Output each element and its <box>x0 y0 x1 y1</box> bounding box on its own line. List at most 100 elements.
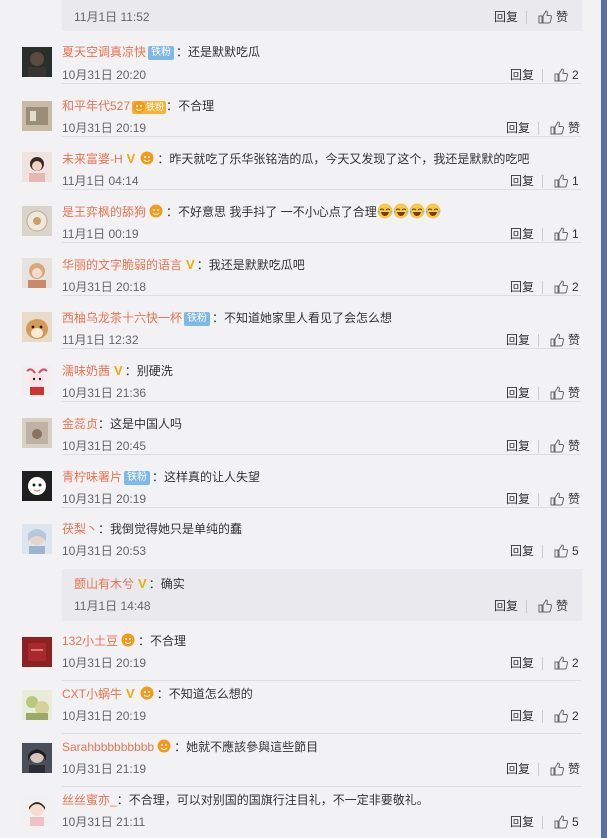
comment-item: 夏天空调真凉快 铁粉 ：还是默默吃瓜 10月31日 20:20 回复 2 <box>0 31 601 84</box>
like-count: 2 <box>572 280 579 294</box>
like-count: 赞 <box>556 10 569 24</box>
nickname[interactable]: 丝丝蜜亦_ <box>62 793 117 807</box>
avatar[interactable] <box>22 637 52 667</box>
comment-item: 未来富婆-H V ：昨天就吃了乐华张铭浩的瓜，今天又发现了这个，我还是默默的吃吧 1… <box>0 137 601 190</box>
reply-button[interactable]: 回复 <box>506 438 530 454</box>
nickname[interactable]: 是王弈枫的舔狗 <box>62 205 146 219</box>
reply-button[interactable]: 回复 <box>510 279 534 295</box>
like-button[interactable]: 赞 <box>550 332 580 348</box>
like-button[interactable]: 2 <box>554 708 579 724</box>
thumbs-up-icon <box>554 227 569 241</box>
comment-time: 10月31日 21:36 <box>62 386 147 400</box>
avatar[interactable] <box>22 365 52 395</box>
reply-button[interactable]: 回复 <box>506 332 530 348</box>
reply-button[interactable]: 回复 <box>510 543 534 559</box>
comment-text: 不知道她家里人看见了会怎么想 <box>224 311 393 325</box>
reply-button[interactable]: 回复 <box>506 761 530 777</box>
comment-item: 青柠味署片 铁粉 ：这样真的让人失望 10月31日 20:19 回复 赞 <box>0 455 601 508</box>
comment-time: 10月31日 20:18 <box>62 280 147 294</box>
v-badge-icon: V <box>138 576 147 591</box>
like-button[interactable]: 5 <box>554 814 579 830</box>
nickname[interactable]: Sarahbbbbbbbbb <box>62 740 154 754</box>
comment-item: 丝丝蜜亦_：不合理，可以对别国的国旗行注目礼，不一定非要敬礼。 10月31日 2… <box>0 787 601 838</box>
reply-button[interactable]: 回复 <box>510 173 534 189</box>
like-button[interactable]: 1 <box>554 226 579 242</box>
comment-time: 11月1日 14:48 <box>74 599 151 613</box>
nickname[interactable]: 华丽的文字脆弱的语言 <box>62 258 182 272</box>
like-button[interactable]: 赞 <box>550 491 580 507</box>
reply-button[interactable]: 回复 <box>510 708 534 724</box>
scrollbar[interactable] <box>601 0 607 838</box>
nickname[interactable]: 132小土豆 <box>62 634 118 648</box>
nickname[interactable]: 未来富婆-H <box>62 152 123 166</box>
like-button[interactable]: 2 <box>554 67 579 83</box>
divider <box>542 281 543 294</box>
thumbs-up-icon <box>554 815 569 829</box>
reply-button[interactable]: 回复 <box>506 491 530 507</box>
like-button[interactable]: 1 <box>554 173 579 189</box>
like-button[interactable]: 赞 <box>550 385 580 401</box>
nickname[interactable]: 颤山有木兮 <box>74 577 134 591</box>
thumbs-up-icon <box>554 709 569 723</box>
reply-button[interactable]: 回复 <box>506 385 530 401</box>
laugh-emoji-icon <box>377 203 393 219</box>
nickname[interactable]: 和平年代527 <box>62 99 130 113</box>
thumbs-up-icon <box>554 544 569 558</box>
like-button[interactable]: 赞 <box>550 120 580 136</box>
reply-button[interactable]: 回复 <box>510 67 534 83</box>
avatar[interactable] <box>22 690 52 720</box>
like-count: 2 <box>572 68 579 82</box>
divider <box>538 763 539 776</box>
comment-time: 10月31日 20:19 <box>62 656 147 670</box>
like-count: 赞 <box>568 762 581 776</box>
avatar[interactable] <box>22 524 52 554</box>
divider <box>538 122 539 135</box>
comment-item: 金蕊贞：这是中国人吗 10月31日 20:45 回复 赞 <box>0 402 601 455</box>
gold-fan-badge-icon: 铁粉 <box>132 101 167 114</box>
avatar[interactable] <box>22 47 52 77</box>
avatar[interactable] <box>22 152 52 182</box>
like-button[interactable]: 5 <box>554 543 579 559</box>
like-button[interactable]: 2 <box>554 279 579 295</box>
comment-item: CXT小蜗牛 V ：不知道怎么想的 10月31日 20:19 回复 2 <box>0 681 601 734</box>
reply-button[interactable]: 回复 <box>494 598 518 614</box>
like-button[interactable]: 赞 <box>538 598 568 614</box>
like-button[interactable]: 赞 <box>550 761 580 777</box>
like-button[interactable]: 赞 <box>550 438 580 454</box>
nickname[interactable]: 茯梨丶 <box>62 522 98 536</box>
nickname[interactable]: 夏天空调真凉快 <box>62 45 146 59</box>
reply-button[interactable]: 回复 <box>494 9 518 25</box>
comment-text: 她就不應該參與這些節目 <box>186 740 319 754</box>
nickname[interactable]: CXT小蜗牛 <box>62 687 122 701</box>
reply-button[interactable]: 回复 <box>506 120 530 136</box>
reply-button[interactable]: 回复 <box>510 226 534 242</box>
laugh-emoji-icon <box>409 203 425 219</box>
avatar[interactable] <box>22 101 52 131</box>
nickname[interactable]: 青柠味署片 <box>62 470 122 484</box>
avatar[interactable] <box>22 471 52 501</box>
nickname[interactable]: 金蕊贞 <box>62 417 98 431</box>
avatar[interactable] <box>22 206 52 236</box>
comment-time: 10月31日 21:11 <box>62 815 146 829</box>
avatar[interactable] <box>22 796 52 826</box>
avatar[interactable] <box>22 312 52 342</box>
nested-reply: 颤山有木兮 V ：确实 11月1日 14:48 回复 赞 <box>62 569 582 621</box>
nickname[interactable]: 濡味奶茜 <box>62 364 110 378</box>
divider <box>538 334 539 347</box>
avatar[interactable] <box>22 258 52 288</box>
avatar[interactable] <box>22 418 52 448</box>
like-button[interactable]: 赞 <box>538 9 568 25</box>
like-count: 赞 <box>568 121 581 135</box>
comment-time: 11月1日 12:32 <box>62 333 139 347</box>
gold-fan-badge-icon <box>148 204 164 218</box>
comment-item: 是王弈枫的舔狗 ：不好意思 我手抖了 一不小心点了合理 11月1日 00:19 回… <box>0 190 601 243</box>
reply-button[interactable]: 回复 <box>510 655 534 671</box>
nickname[interactable]: 西柚乌龙茶十六快一杯 <box>62 311 182 325</box>
reply-button[interactable]: 回复 <box>510 814 534 830</box>
comment-text: 不合理 <box>178 99 215 113</box>
avatar[interactable] <box>22 743 52 773</box>
thumbs-up-icon <box>550 121 565 135</box>
thumbs-up-icon <box>554 174 569 188</box>
like-button[interactable]: 2 <box>554 655 579 671</box>
comment-time: 10月31日 20:19 <box>62 492 147 506</box>
